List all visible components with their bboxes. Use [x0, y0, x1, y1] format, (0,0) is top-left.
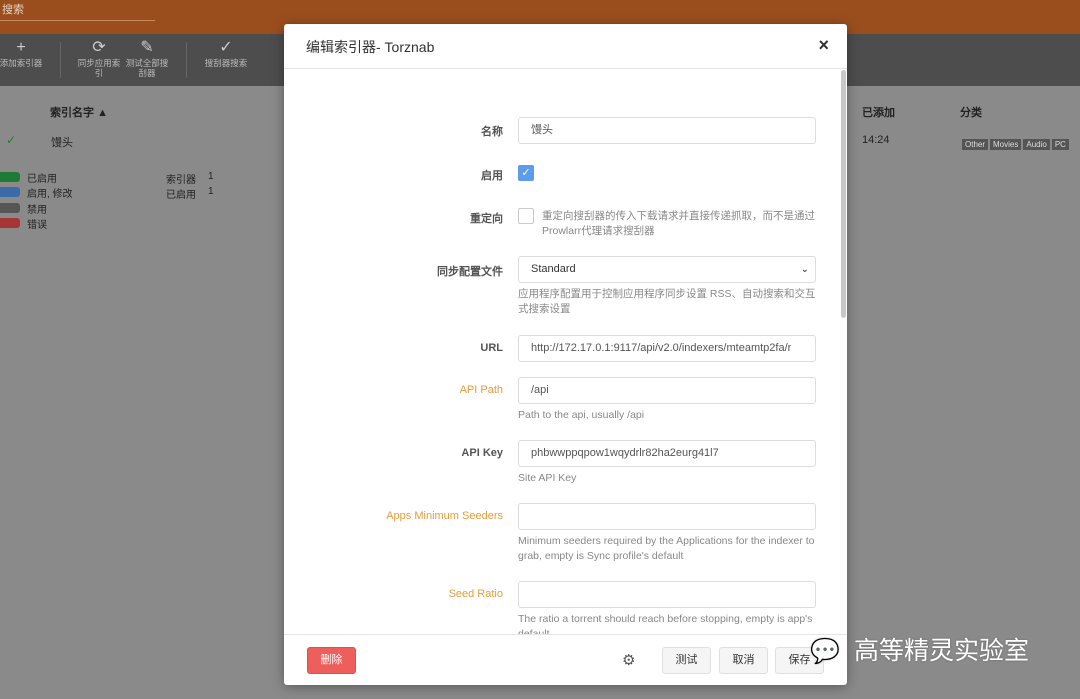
api-key-help: Site API Key [518, 472, 577, 484]
legend-item: 禁用 [0, 201, 200, 216]
redirect-help: 重定向搜刮器的传入下载请求并直接传递抓取，而不是通过Prowlarr代理请求搜刮… [542, 210, 815, 237]
name-label: 名称 [481, 126, 503, 138]
close-icon[interactable]: × [818, 35, 829, 56]
gear-icon[interactable]: ⚙ [622, 652, 644, 670]
edit-indexer-modal: 编辑索引器- Torznab × 名称 馒头 启用 ✓ 重定向 重定向搜刮器的传… [284, 24, 847, 685]
legend-item: 错误 [0, 216, 200, 231]
modal-title: 编辑索引器- Torznab [306, 39, 435, 55]
plus-icon: + [16, 39, 26, 56]
wechat-icon: 💬 [810, 637, 840, 665]
name-input[interactable]: 馒头 [518, 117, 816, 144]
column-header-categories[interactable]: 分类 [960, 104, 982, 120]
category-tags: Other Movies Audio PC [962, 136, 1071, 150]
legend-swatch-disabled [0, 203, 20, 213]
tag: Audio [1023, 139, 1050, 150]
stat-value: 1 [208, 186, 214, 197]
min-seeders-input[interactable] [518, 503, 816, 530]
sync-profile-select[interactable]: Standard ⌄ [518, 256, 816, 283]
cancel-button[interactable]: 取消 [719, 647, 768, 674]
modal-scrollbar[interactable] [841, 70, 846, 318]
url-input[interactable]: http://172.17.0.1:9117/api/v2.0/indexers… [518, 335, 816, 362]
url-label: URL [480, 342, 503, 354]
min-seeders-help: Minimum seeders required by the Applicat… [518, 535, 815, 562]
stat-label: 已启用 [166, 190, 196, 201]
enabled-check-icon: ✓ [6, 133, 17, 147]
check-icon: ✓ [219, 39, 233, 56]
table-row-added: 14:24 [862, 134, 890, 146]
column-header-added[interactable]: 已添加 [862, 104, 895, 120]
enable-checkbox[interactable]: ✓ [518, 165, 534, 181]
sync-icon: ⟳ [92, 39, 106, 56]
api-key-input[interactable]: phbwwppqpow1wqydrlr82ha2eurg41l7 [518, 440, 816, 467]
redirect-label: 重定向 [470, 213, 503, 225]
checkmark-icon: ✓ [521, 167, 531, 179]
sync-profile-help: 应用程序配置用于控制应用程序同步设置 RSS、自动搜索和交互式搜索设置 [518, 288, 816, 315]
modal-body: 名称 馒头 启用 ✓ 重定向 重定向搜刮器的传入下载请求并直接传递抓取，而不是通… [284, 70, 847, 634]
seed-ratio-input[interactable] [518, 581, 816, 608]
chevron-down-icon: ⌄ [800, 264, 809, 275]
test-button[interactable]: 测试 [662, 647, 711, 674]
api-path-label: API Path [459, 384, 503, 396]
table-row-name[interactable]: 馒头 [51, 134, 73, 150]
legend-swatch-modified [0, 187, 20, 197]
legend-swatch-enabled [0, 172, 20, 182]
sync-indexers-button[interactable]: ⟳ 同步应用索引 [74, 39, 124, 78]
watermark: 💬 高等精灵实验室 [810, 633, 1029, 669]
enable-label: 启用 [481, 170, 503, 182]
seed-ratio-label: Seed Ratio [448, 588, 503, 600]
tag: PC [1051, 139, 1069, 150]
delete-button[interactable]: 删除 [307, 647, 356, 674]
sort-asc-icon: ▲ [97, 107, 108, 119]
toolbar-divider [186, 42, 187, 78]
modal-footer: 删除 ⚙ 测试 取消 保存 [284, 634, 847, 685]
api-path-input[interactable]: /api [518, 377, 816, 404]
api-key-label: API Key [461, 447, 503, 459]
add-indexer-button[interactable]: + 添加索引器 [0, 39, 46, 68]
column-header-name[interactable]: 索引名字 ▲ [50, 104, 108, 120]
search-indexers-button[interactable]: ✓ 搜刮器搜索 [201, 39, 251, 68]
search-input[interactable]: 搜索 [0, 3, 155, 21]
tag: Other [962, 139, 989, 150]
stat-label: 索引器 [166, 175, 196, 186]
legend-swatch-error [0, 218, 20, 228]
redirect-checkbox[interactable] [518, 208, 534, 224]
sync-profile-label: 同步配置文件 [437, 266, 503, 278]
test-all-button[interactable]: ✎ 测试全部搜刮器 [122, 39, 172, 78]
toolbar-divider [60, 42, 61, 78]
seed-ratio-help: The ratio a torrent should reach before … [518, 613, 813, 634]
stat-value: 1 [208, 171, 214, 182]
api-path-help: Path to the api, usually /api [518, 409, 645, 421]
tag: Movies [990, 139, 1022, 150]
min-seeders-label: Apps Minimum Seeders [386, 510, 503, 522]
test-icon: ✎ [140, 39, 154, 56]
modal-header: 编辑索引器- Torznab × [284, 24, 847, 69]
